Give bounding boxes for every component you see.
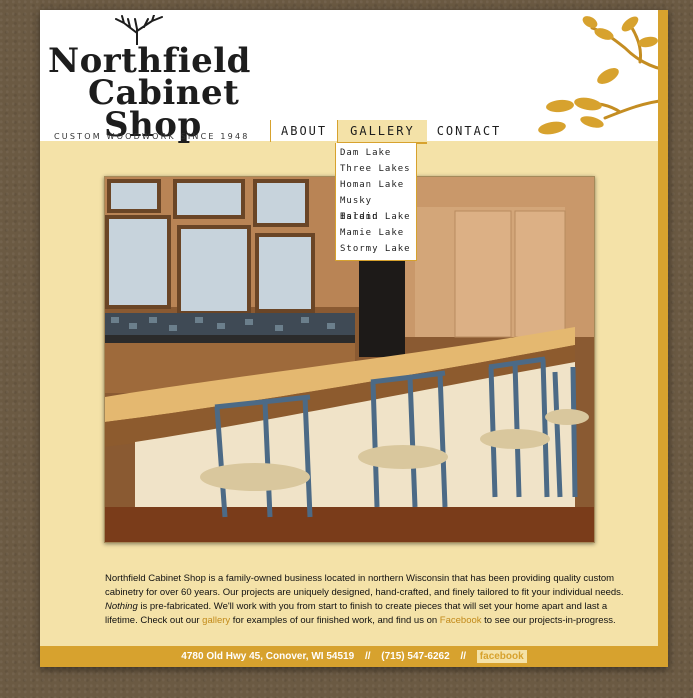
desc-part-4: to see our projects-in-progress. [481, 614, 616, 626]
desc-part-1: Northfield Cabinet Shop is a family-owne… [105, 572, 624, 598]
about-paragraph: Northfield Cabinet Shop is a family-owne… [105, 572, 625, 628]
dropdown-item-three-lakes[interactable]: Three Lakes [336, 161, 416, 177]
gallery-link[interactable]: gallery [202, 615, 230, 626]
dropdown-item-dam-lake[interactable]: Dam Lake [336, 145, 416, 161]
desc-part-3: for examples of our finished work, and f… [230, 614, 440, 626]
nav-gallery[interactable]: Gallery [337, 120, 427, 144]
nav-about[interactable]: About [270, 120, 337, 142]
right-stripe [658, 10, 668, 646]
dropdown-item-mamie-lake[interactable]: Mamie Lake [336, 225, 416, 241]
dropdown-item-homan-lake[interactable]: Homan Lake [336, 177, 416, 193]
dropdown-item-hardin-lake[interactable]: Hardin Lake [336, 209, 416, 225]
footer: 4780 Old Hwy 45, Conover, WI 54519 // (7… [40, 646, 668, 667]
facebook-badge[interactable]: facebook [476, 649, 527, 663]
dropdown-item-musky-island[interactable]: Musky Island [336, 193, 416, 222]
footer-phone: (715) 547-6262 [381, 651, 450, 662]
tagline: Custom woodwork since 1948 [54, 132, 250, 141]
facebook-link[interactable]: Facebook [440, 615, 482, 626]
footer-separator-1: // [364, 651, 371, 662]
desc-nothing: Nothing [105, 600, 138, 612]
footer-address: 4780 Old Hwy 45, Conover, WI 54519 [181, 651, 355, 662]
page-container: Northfield Cabinet Shop Custom woodwork … [40, 10, 668, 667]
logo[interactable]: Northfield Cabinet Shop [48, 20, 250, 145]
branch-icon [538, 16, 668, 135]
nav-contact[interactable]: Contact [427, 120, 512, 142]
gallery-dropdown: Dam Lake Three Lakes Homan Lake Musky Is… [335, 143, 417, 261]
main-nav: About Gallery Contact [270, 120, 512, 144]
dropdown-item-stormy-lake[interactable]: Stormy Lake [336, 241, 416, 257]
footer-separator-2: // [460, 651, 467, 662]
